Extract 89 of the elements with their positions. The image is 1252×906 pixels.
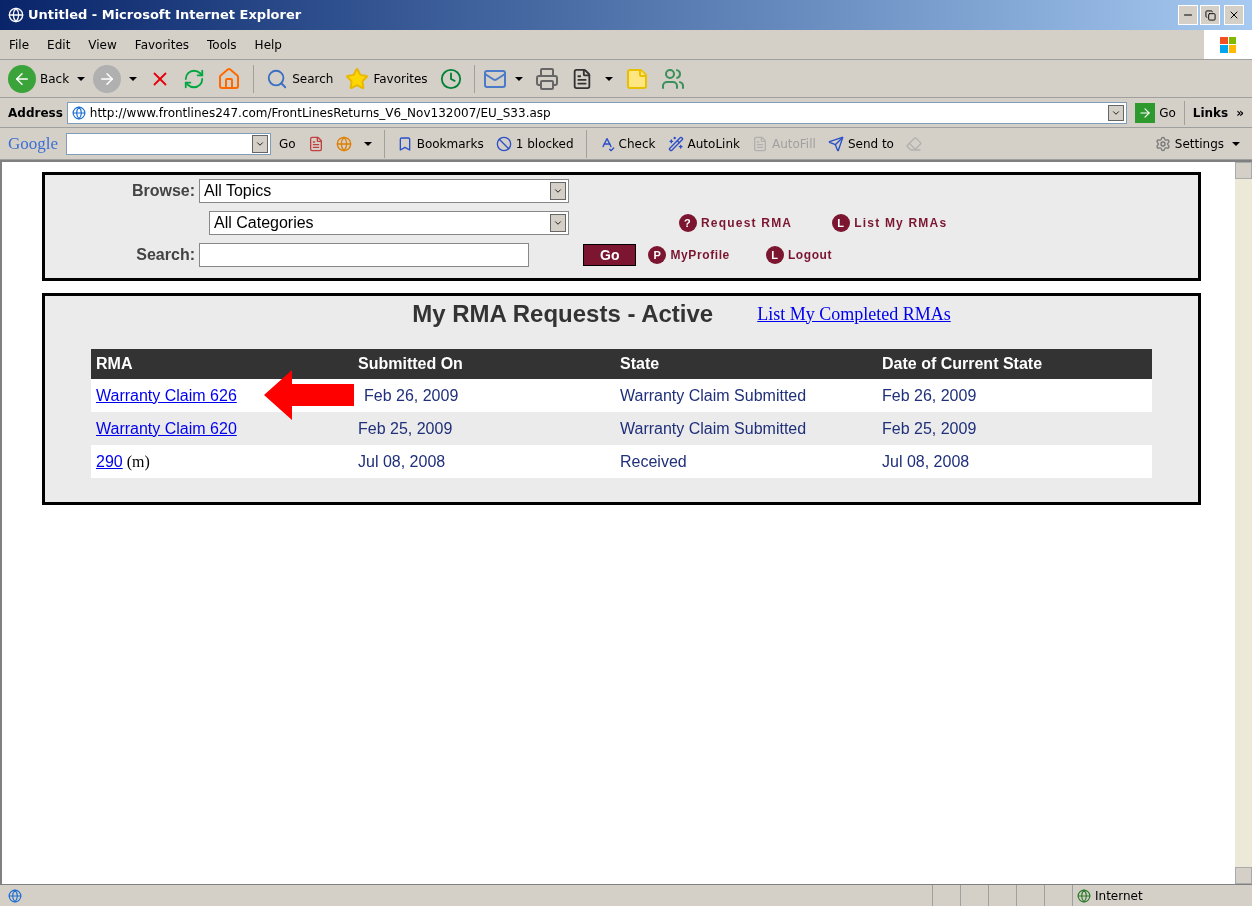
google-logo: Google xyxy=(8,132,59,155)
page-icon xyxy=(71,105,86,120)
column-header: RMA xyxy=(96,354,134,374)
menu-item[interactable]: View xyxy=(79,35,126,54)
blocked-icon xyxy=(495,135,512,152)
address-label: Address xyxy=(7,104,64,122)
google-toolbar-button[interactable]: Send to xyxy=(823,134,898,153)
google-toolbar-button[interactable]: Check xyxy=(594,134,660,153)
table-cell-text: Feb 25, 2009 xyxy=(358,418,454,439)
badge-icon: L xyxy=(765,246,784,264)
rma-link[interactable]: Warranty Claim 626 xyxy=(96,383,237,408)
refresh-icon[interactable] xyxy=(183,67,206,90)
caret-icon[interactable] xyxy=(77,76,86,81)
search-label: Search: xyxy=(135,245,195,265)
menu-item[interactable]: File xyxy=(0,35,39,54)
google-toolbar-button[interactable]: AutoLink xyxy=(663,134,744,153)
window-title: Untitled - Microsoft Internet Explorer xyxy=(28,6,303,25)
menu-item[interactable]: Help xyxy=(245,35,291,54)
chevron-button[interactable]: » xyxy=(1236,103,1248,122)
go-button[interactable]: Go xyxy=(583,244,637,266)
rma-suffix: (m) xyxy=(126,451,150,473)
favorites-button[interactable]: Favorites xyxy=(345,66,428,91)
nav-link[interactable]: L List My RMAs xyxy=(832,214,948,232)
page-icon xyxy=(8,888,22,903)
restore-icon xyxy=(1204,9,1216,21)
panel-title: My RMA Requests - Active xyxy=(412,299,714,329)
table-cell-text: Feb 26, 2009 xyxy=(363,385,460,406)
back-button[interactable]: Back xyxy=(8,64,70,93)
nav-link[interactable]: P MyProfile xyxy=(648,246,730,264)
history-icon[interactable] xyxy=(439,67,462,90)
search-field[interactable] xyxy=(199,243,529,267)
people-icon[interactable] xyxy=(660,66,685,91)
form-icon xyxy=(751,135,768,152)
browser-icon xyxy=(8,7,24,23)
close-button[interactable] xyxy=(1224,5,1244,25)
google-toolbar-button[interactable]: 1 blocked xyxy=(491,134,578,153)
caret-icon[interactable] xyxy=(604,76,613,81)
browse-label: Browse: xyxy=(130,181,195,201)
column-header: State xyxy=(620,354,661,374)
globe-icon xyxy=(1077,888,1091,903)
home-icon[interactable] xyxy=(217,66,242,91)
links-label[interactable]: Links xyxy=(1184,103,1237,122)
url-text: http://www.frontlines247.com/FrontLinesReturns_V6_Nov132007/EU_S33.asp xyxy=(89,104,552,122)
menu-item[interactable]: Favorites xyxy=(125,35,199,54)
menu-item[interactable]: Tools xyxy=(198,35,246,54)
table-cell-text: Jul 08, 2008 xyxy=(358,451,447,472)
close-icon xyxy=(1228,9,1240,21)
nav-link[interactable]: ? Request RMA xyxy=(679,214,793,232)
badge-icon: L xyxy=(832,214,851,232)
table-cell-text: Feb 26, 2009 xyxy=(882,385,978,406)
search-icon xyxy=(266,67,289,90)
caret-icon[interactable] xyxy=(129,76,138,81)
settings-button[interactable]: Settings xyxy=(1154,134,1224,153)
go-button[interactable]: Go xyxy=(1127,102,1184,123)
table-cell-text: Received xyxy=(620,451,688,472)
minimize-button[interactable] xyxy=(1178,5,1198,25)
caret-icon[interactable] xyxy=(363,141,372,146)
search-button[interactable]: Search xyxy=(266,67,334,90)
completed-rmas-link[interactable]: List My Completed RMAs xyxy=(757,300,951,328)
restore-button[interactable] xyxy=(1200,5,1220,25)
news-icon[interactable] xyxy=(307,135,324,152)
table-cell-text: Jul 08, 2008 xyxy=(882,451,971,472)
send-icon xyxy=(827,135,844,152)
caret-icon[interactable] xyxy=(514,76,523,81)
address-field[interactable]: http://www.frontlines247.com/FrontLinesReturns_V6_Nov132007/EU_S33.asp xyxy=(66,101,1128,124)
wand-icon xyxy=(667,135,684,152)
column-header: Date of Current State xyxy=(882,354,1044,374)
table-cell-text: Warranty Claim Submitted xyxy=(620,418,808,439)
rma-link[interactable]: 290 xyxy=(96,449,123,474)
print-icon[interactable] xyxy=(534,66,559,91)
topics-dropdown[interactable]: All Topics xyxy=(199,179,569,203)
menu-item[interactable]: Edit xyxy=(38,35,80,54)
google-toolbar-button[interactable]: Bookmarks xyxy=(392,134,488,153)
categories-dropdown[interactable]: All Categories xyxy=(209,211,569,235)
column-header: Submitted On xyxy=(358,354,464,374)
windows-logo-icon xyxy=(1204,30,1252,59)
nav-link[interactable]: L Logout xyxy=(765,246,833,264)
table-cell-text: Warranty Claim Submitted xyxy=(620,385,808,406)
google-toolbar-button[interactable]: Go xyxy=(275,134,300,153)
badge-icon: ? xyxy=(679,214,697,232)
badge-icon: P xyxy=(648,246,667,264)
scrollbar[interactable] xyxy=(1235,162,1252,884)
table-cell-text: Feb 25, 2009 xyxy=(882,418,978,439)
zone-label: Internet xyxy=(1095,887,1143,905)
google-search-field[interactable] xyxy=(66,132,272,155)
rma-link[interactable]: Warranty Claim 620 xyxy=(96,416,237,441)
settings-icon xyxy=(1154,135,1171,152)
caret-icon[interactable] xyxy=(1232,141,1240,146)
star-icon xyxy=(345,66,370,91)
